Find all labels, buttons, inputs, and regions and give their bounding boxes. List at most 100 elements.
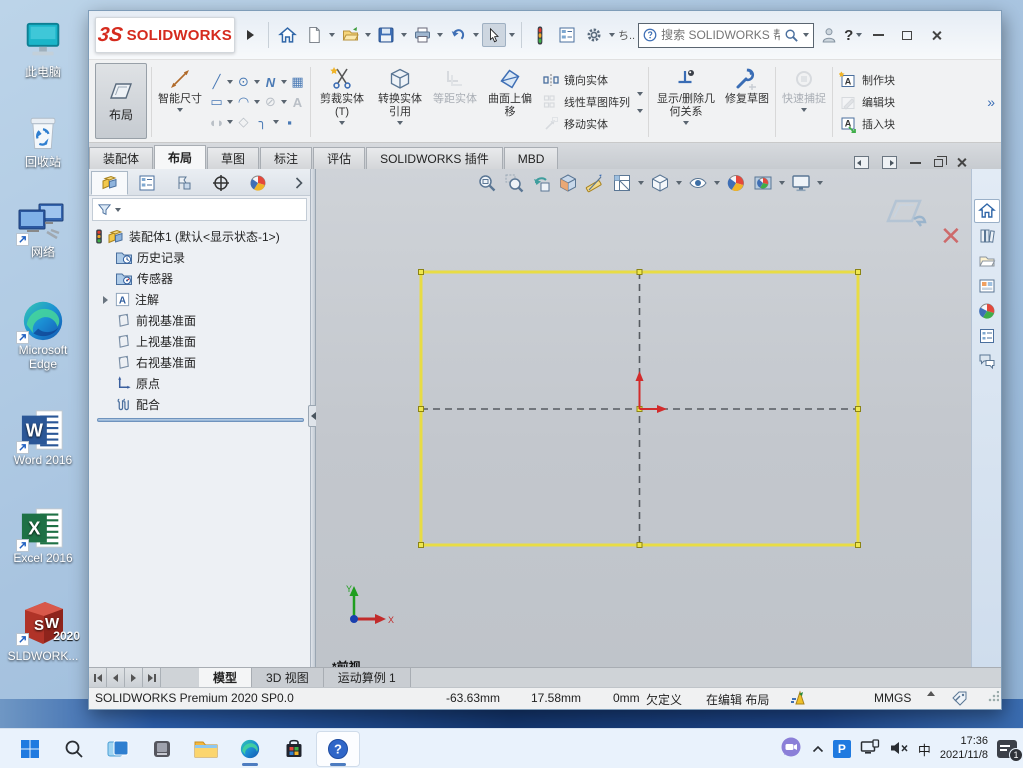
tab-assembly[interactable]: 装配体: [89, 147, 153, 169]
desktop-icon-recycle-bin[interactable]: 回收站: [4, 106, 82, 170]
dropdown-arrow-icon[interactable]: [637, 109, 643, 113]
search-icon[interactable]: [784, 28, 799, 43]
dropdown-arrow-icon[interactable]: [801, 108, 807, 112]
tab-3d-views[interactable]: 3D 视图: [252, 668, 324, 687]
tab-motion-study[interactable]: 运动算例 1: [324, 668, 411, 687]
rollback-bar[interactable]: [97, 418, 304, 422]
dropdown-arrow-icon[interactable]: [473, 33, 479, 37]
tab-annotation[interactable]: 标注: [260, 147, 312, 169]
desktop-icon-this-pc[interactable]: 此电脑: [4, 16, 82, 80]
close-window-button[interactable]: [923, 24, 949, 46]
dropdown-arrow-icon[interactable]: [227, 100, 233, 104]
volume-muted-icon[interactable]: [889, 739, 909, 760]
dropdown-arrow-icon[interactable]: [254, 80, 260, 84]
new-document-button[interactable]: [302, 23, 326, 47]
cancel-sketch-button[interactable]: ✕: [940, 221, 962, 252]
select-tool-button[interactable]: [482, 23, 506, 47]
convert-entities-button[interactable]: 转换实体引用: [371, 62, 429, 142]
move-entities-button[interactable]: 移动实体: [543, 114, 630, 134]
units-label[interactable]: MMGS: [874, 691, 911, 705]
tree-item-origin[interactable]: 原点: [91, 373, 310, 394]
tree-item-root[interactable]: 装配体1 (默认<显示状态-1>): [91, 226, 310, 247]
tab-layout[interactable]: 布局: [154, 145, 206, 169]
desktop-icon-edge[interactable]: Microsoft Edge: [4, 294, 82, 372]
units-dropdown-caret[interactable]: [927, 691, 935, 696]
dropdown-arrow-icon[interactable]: [281, 80, 287, 84]
dimxpertmanager-tab[interactable]: [202, 171, 239, 195]
rectangle-tool-icon[interactable]: ▭: [208, 94, 225, 111]
taskpane-home-button[interactable]: [974, 199, 1000, 223]
tree-item-mates[interactable]: 配合: [91, 394, 310, 415]
taskbar-search-icon[interactable]: [52, 731, 96, 767]
smart-dimension-button[interactable]: 智能尺寸: [154, 62, 206, 142]
exit-sketch-button[interactable]: [884, 195, 928, 232]
minimize-document-button[interactable]: [910, 162, 921, 164]
panel-expand-chevron[interactable]: [290, 171, 308, 195]
fillet-tool-icon[interactable]: ╮: [254, 114, 271, 131]
collapsed-toolbar-label[interactable]: ち..: [618, 27, 635, 43]
maximize-window-button[interactable]: [894, 24, 920, 46]
appearances-button[interactable]: [974, 299, 1000, 323]
pane-right-icon[interactable]: [882, 156, 897, 169]
offset-entities-button[interactable]: 等距实体: [429, 62, 481, 142]
tag-editor-icon[interactable]: [951, 690, 969, 709]
pinned-app-icon-dark[interactable]: [140, 731, 184, 767]
circle-tool-icon[interactable]: ⊙: [235, 74, 252, 91]
ribbon-overflow-button[interactable]: »: [981, 94, 1001, 110]
picpick-tray-icon[interactable]: P: [833, 740, 851, 758]
file-explorer-button[interactable]: [974, 249, 1000, 273]
view-palette-button[interactable]: [974, 274, 1000, 298]
display-delete-relations-button[interactable]: 显示/删除几何关系: [651, 62, 721, 142]
taskbar-clock[interactable]: 17:36 2021/11/8: [940, 735, 988, 763]
expander-icon[interactable]: [101, 296, 110, 304]
dropdown-arrow-icon[interactable]: [401, 33, 407, 37]
sketch-viewport[interactable]: Y X: [316, 169, 971, 667]
tab-mbd[interactable]: MBD: [504, 147, 559, 169]
user-account-icon[interactable]: [817, 23, 841, 47]
dropdown-arrow-icon[interactable]: [509, 33, 515, 37]
dropdown-arrow-icon[interactable]: [339, 121, 345, 125]
tab-sketch[interactable]: 草图: [207, 147, 259, 169]
layout-toggle-button[interactable]: 布局: [95, 63, 147, 139]
tree-filter-field[interactable]: [92, 198, 307, 221]
task-view-icon[interactable]: [96, 731, 140, 767]
desktop-icon-network[interactable]: 网络: [4, 196, 82, 260]
close-document-button[interactable]: [956, 157, 967, 168]
display-tray-icon[interactable]: [860, 739, 880, 760]
undo-button[interactable]: [446, 23, 470, 47]
rebuild-traffic-light-icon[interactable]: [528, 23, 552, 47]
dropdown-arrow-icon[interactable]: [227, 80, 233, 84]
hidden-icons-chevron[interactable]: [812, 742, 824, 756]
insert-block-button[interactable]: A 插入块: [839, 114, 895, 134]
teams-chat-icon[interactable]: [779, 736, 803, 763]
tree-item-sensors[interactable]: 传感器: [91, 268, 310, 289]
polygon-tool-icon[interactable]: ◇: [235, 114, 252, 131]
surface-offset-button[interactable]: 曲面上偏移: [481, 62, 539, 142]
featuremanager-tab[interactable]: [91, 171, 128, 195]
search-box[interactable]: [638, 23, 814, 48]
text-tool-icon[interactable]: A: [289, 94, 306, 111]
scroll-first-button[interactable]: [89, 668, 107, 687]
line-tool-icon[interactable]: ╱: [208, 74, 225, 91]
resize-grip[interactable]: [987, 691, 999, 703]
dropdown-arrow-icon[interactable]: [254, 100, 260, 104]
scroll-right-button[interactable]: [125, 668, 143, 687]
start-button[interactable]: [8, 731, 52, 767]
dropdown-arrow-icon[interactable]: [329, 33, 335, 37]
edit-block-button[interactable]: 编辑块: [839, 92, 895, 112]
sketch-pattern-icon[interactable]: ▦: [289, 74, 306, 91]
displaymanager-tab[interactable]: [239, 171, 276, 195]
ellipse-tool-icon[interactable]: ⊘: [262, 94, 279, 111]
save-button[interactable]: [374, 23, 398, 47]
desktop-icon-excel[interactable]: X Excel 2016: [4, 502, 82, 566]
dropdown-arrow-icon[interactable]: [637, 92, 643, 96]
tab-addins[interactable]: SOLIDWORKS 插件: [366, 147, 503, 169]
tree-item-top-plane[interactable]: 上视基准面: [91, 331, 310, 352]
point-tool-icon[interactable]: ▪: [281, 114, 298, 131]
tree-item-front-plane[interactable]: 前视基准面: [91, 310, 310, 331]
desktop-icon-word[interactable]: W Word 2016: [4, 404, 82, 468]
spline-tool-icon[interactable]: N: [262, 74, 279, 91]
slot-tool-icon[interactable]: ◖◗: [208, 114, 225, 131]
scroll-left-button[interactable]: [107, 668, 125, 687]
configurationmanager-tab[interactable]: [165, 171, 202, 195]
